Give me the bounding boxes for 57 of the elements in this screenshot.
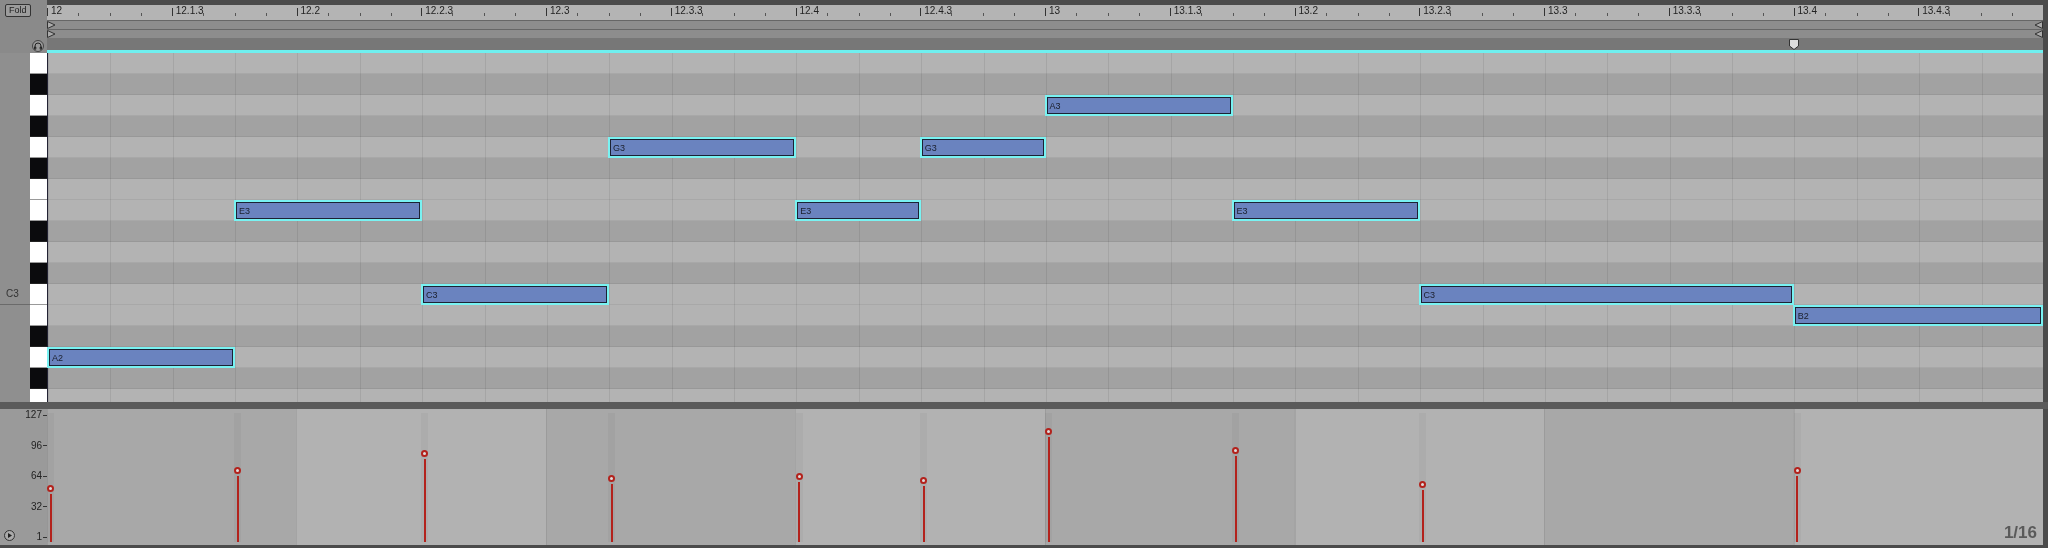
ruler-label: 12 <box>51 5 63 16</box>
piano-key[interactable] <box>30 305 47 326</box>
grid-resolution-label: 1/16 <box>2003 523 2037 543</box>
piano-key[interactable] <box>30 53 47 74</box>
velocity-axis-label: 32 <box>30 501 47 512</box>
ruler-label: 12.3.3 <box>674 5 703 16</box>
velocity-stem[interactable] <box>795 476 803 542</box>
midi-note[interactable]: G3 <box>610 139 795 156</box>
piano-key[interactable] <box>30 284 47 305</box>
pitch-label: C3 <box>6 288 19 299</box>
midi-note[interactable]: C3 <box>423 286 608 303</box>
velocity-stem[interactable] <box>608 477 616 542</box>
velocity-stem[interactable] <box>1793 469 1801 542</box>
velocity-axis-label: 127 <box>25 410 47 420</box>
midi-note[interactable]: E3 <box>236 202 421 219</box>
midi-note[interactable]: G3 <box>921 139 1044 156</box>
ruler-label: 13.2.3 <box>1423 5 1452 16</box>
ruler-label: 13.2 <box>1298 5 1318 16</box>
velocity-stem[interactable] <box>421 453 429 542</box>
velocity-stem[interactable] <box>920 480 928 542</box>
velocity-axis-label: 96 <box>30 440 47 451</box>
midi-note[interactable]: A3 <box>1046 97 1231 114</box>
ruler-label: 12.3 <box>550 5 570 16</box>
ruler-label: 13.4.3 <box>1922 5 1951 16</box>
velocity-axis-label: 1 <box>36 532 47 542</box>
piano-key[interactable] <box>30 347 47 368</box>
marker-strip[interactable] <box>47 38 2043 50</box>
midi-note[interactable]: A2 <box>49 349 234 366</box>
ruler-label: 13.3 <box>1548 5 1568 16</box>
fold-button[interactable]: Fold <box>5 4 31 17</box>
piano-key[interactable] <box>30 179 47 200</box>
ruler-label: 12.2 <box>300 5 320 16</box>
end-marker-icon[interactable] <box>2034 21 2043 29</box>
ruler-label: 13.1.3 <box>1173 5 1202 16</box>
midi-note[interactable]: E3 <box>797 202 919 219</box>
piano-key[interactable] <box>30 242 47 263</box>
ruler-label: 13.4 <box>1797 5 1817 16</box>
piano-key[interactable] <box>30 200 47 221</box>
ruler-label: 13 <box>1049 5 1061 16</box>
midi-note[interactable]: E3 <box>1233 202 1418 219</box>
ruler-label: 12.4 <box>799 5 819 16</box>
ruler-label: 12.4.3 <box>924 5 953 16</box>
velocity-axis-label: 64 <box>30 471 47 481</box>
velocity-stem[interactable] <box>1419 483 1427 542</box>
midi-note[interactable]: C3 <box>1420 286 1792 303</box>
piano-key[interactable] <box>30 95 47 116</box>
end-marker-icon[interactable] <box>2034 30 2043 38</box>
ruler-label: 13.3.3 <box>1672 5 1701 16</box>
piano-key[interactable] <box>30 137 47 158</box>
headphones-icon[interactable] <box>32 40 44 52</box>
velocity-stem[interactable] <box>47 487 54 542</box>
ruler-label: 12.2.3 <box>425 5 454 16</box>
velocity-stem[interactable] <box>1232 450 1240 542</box>
midi-note[interactable]: B2 <box>1794 307 2041 324</box>
play-icon[interactable] <box>4 530 15 541</box>
ruler-label: 12.1.3 <box>175 5 204 16</box>
velocity-stem[interactable] <box>234 469 242 542</box>
